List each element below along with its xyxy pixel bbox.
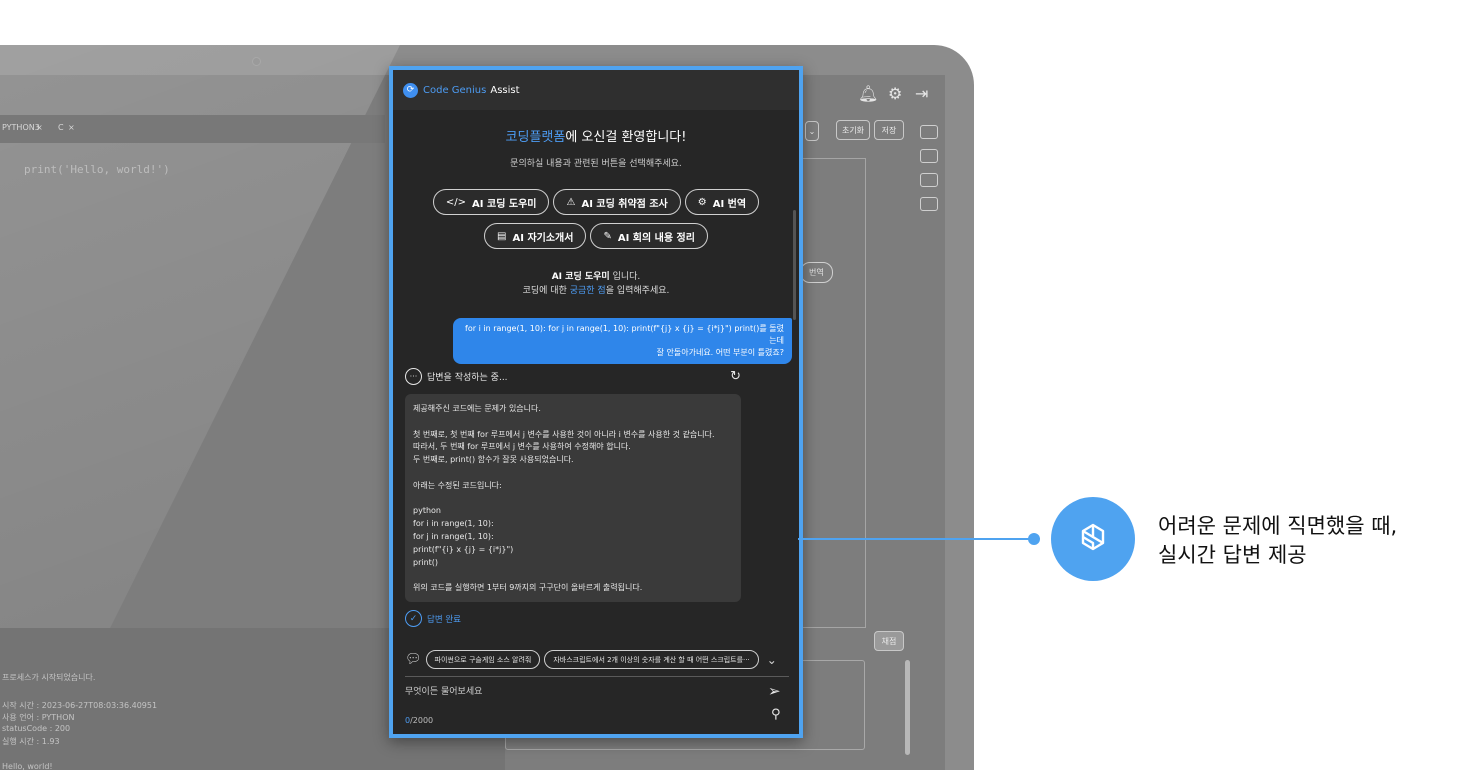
grade-button[interactable]: 채점 — [874, 631, 904, 651]
mode-prompt-pre: 코딩에 대한 — [522, 286, 570, 296]
quick-buttons-row-1: </> AI 코딩 도우미 ⚠ AI 코딩 취약점 조사 ⚙ AI 번역 — [393, 189, 799, 215]
button-label: AI 번역 — [712, 198, 747, 210]
refresh-icon[interactable]: ↻ — [730, 369, 741, 384]
answer-status-row: ··· 답변을 작성하는 중... ↻ — [405, 368, 741, 385]
console-line: statusCode : 200 — [2, 724, 71, 733]
bell-icon[interactable]: 🔔︎ — [858, 84, 878, 103]
suggestion-row: 💬︎ 파이썬으로 구슬게임 소스 알려줘 자바스크립트에서 2개 이상의 숫자를… — [405, 650, 795, 669]
ai-cover-letter-button[interactable]: ▤ AI 자기소개서 — [484, 223, 587, 249]
assistant-panel: ⟳ Code Genius Assist 코딩플랫폼에 오신걸 환영합니다! 문… — [389, 66, 803, 738]
brand-name: Code Genius — [423, 84, 487, 96]
ai-coding-helper-button[interactable]: </> AI 코딩 도우미 — [432, 189, 550, 215]
chat-bubble-icon: 💬︎ — [405, 652, 422, 667]
network-icon[interactable] — [920, 173, 938, 187]
divider — [405, 676, 789, 677]
user-message-line: for i in range(1, 10): for j in range(1,… — [465, 324, 784, 345]
done-label: 답변 완료 — [427, 614, 461, 625]
code-editor-line: print('Hello, world!') — [24, 163, 170, 176]
welcome-rest: 에 오신걸 환영합니다! — [565, 130, 687, 145]
send-icon[interactable]: ➢ — [768, 682, 781, 700]
pin-icon[interactable]: ⚲ — [771, 707, 781, 722]
status-text: 답변을 작성하는 중... — [427, 373, 508, 383]
ai-vulnerability-button[interactable]: ⚠ AI 코딩 취약점 조사 — [553, 189, 681, 215]
button-label: AI 코딩 취약점 조사 — [581, 198, 668, 210]
link-gear-icon: ⚙ — [697, 196, 707, 208]
right-sidebar — [918, 125, 940, 221]
suggestion-pill[interactable]: 자바스크립트에서 2개 이상의 숫자를 계산 할 때 어떤 스크립트를··· — [544, 650, 759, 669]
chevron-down-icon[interactable]: ⌄ — [767, 653, 777, 667]
tab-c[interactable]: C — [58, 123, 64, 132]
check-circle-icon: ✓ — [405, 610, 422, 627]
tab-python3[interactable]: PYTHON3 — [2, 123, 40, 132]
mode-prompt-post: 을 입력해주세요. — [605, 286, 670, 296]
brand-suffix: Assist — [490, 84, 520, 96]
tab-close-icon[interactable]: × — [36, 123, 43, 132]
callout-connector — [798, 538, 1034, 540]
link-icon[interactable] — [920, 197, 938, 211]
assistant-answer: 제공해주신 코드에는 문제가 있습니다. 첫 번째로, 첫 번째 for 루프에… — [405, 394, 741, 602]
callout-text: 어려운 문제에 직면했을 때, 실시간 답변 제공 — [1158, 512, 1397, 570]
mode-info: AI 코딩 도우미 입니다. 코딩에 대한 궁금한 점을 입력해주세요. — [393, 270, 799, 298]
console-line: 프로세스가 시작되었습니다. — [2, 673, 96, 682]
char-counter: 0/2000 — [405, 716, 433, 725]
tab-close-icon[interactable]: × — [68, 123, 75, 132]
counter-max: /2000 — [410, 716, 434, 725]
list-icon[interactable] — [920, 125, 938, 139]
save-button[interactable]: 저장 — [874, 120, 904, 140]
scrollbar[interactable] — [905, 660, 910, 755]
image-icon[interactable] — [920, 149, 938, 163]
translate-pill[interactable]: 번역 — [800, 262, 833, 283]
reset-button[interactable]: 초기화 — [836, 120, 870, 140]
console-line: 사용 언어 : PYTHON — [2, 713, 75, 722]
user-message-line: 잘 안돌아가네요. 어떤 부분이 틀렸죠? — [656, 348, 784, 357]
marketing-graphic: PYTHON3 × C × print('Hello, world!') 🔔︎ … — [0, 0, 1483, 770]
console-line: 실행 시간 : 1.93 — [2, 737, 60, 746]
callout-line-2: 실시간 답변 제공 — [1158, 543, 1307, 567]
answer-done-row: ✓ 답변 완료 — [405, 610, 461, 627]
warning-icon: ⚠ — [566, 196, 576, 208]
callout-badge — [1051, 497, 1135, 581]
typing-dots-icon: ··· — [405, 368, 422, 385]
console-line: Hello, world! — [2, 762, 53, 770]
assistant-header: ⟳ Code Genius Assist — [393, 70, 799, 110]
callout-line-1: 어려운 문제에 직면했을 때, — [1158, 514, 1398, 538]
ai-meeting-summary-button[interactable]: ✎ AI 회의 내용 정리 — [590, 223, 708, 249]
mode-suffix: 입니다. — [609, 272, 641, 282]
webcam-icon — [252, 57, 261, 66]
button-label: AI 회의 내용 정리 — [617, 232, 695, 244]
button-label: AI 코딩 도우미 — [472, 198, 537, 210]
dropdown-chevron-icon[interactable]: ⌄ — [805, 121, 819, 141]
button-label: AI 자기소개서 — [512, 232, 574, 244]
code-icon: </> — [445, 196, 467, 208]
callout-dot — [1028, 533, 1040, 545]
note-edit-icon: ✎ — [603, 230, 612, 242]
user-message-bubble: for i in range(1, 10): for j in range(1,… — [453, 318, 792, 364]
welcome-subtitle: 문의하실 내용과 관련된 버튼을 선택해주세요. — [510, 159, 682, 169]
suggestion-pill[interactable]: 파이썬으로 구슬게임 소스 알려줘 — [425, 650, 541, 669]
code-genius-logo-icon: ⟳ — [403, 82, 418, 98]
logout-icon[interactable]: ⇥ — [915, 84, 928, 103]
chat-input[interactable] — [405, 682, 735, 702]
welcome-title: 코딩플랫폼에 오신걸 환영합니다! — [393, 126, 799, 145]
openai-icon — [1081, 523, 1105, 551]
document-icon: ▤ — [497, 230, 507, 242]
editor-tabs: PYTHON3 × C × — [0, 115, 385, 143]
ai-translate-button[interactable]: ⚙ AI 번역 — [684, 189, 760, 215]
console-line: 시작 시간 : 2023-06-27T08:03:36.40951 — [2, 701, 158, 710]
welcome-highlight: 코딩플랫폼 — [505, 130, 566, 145]
mode-prompt-highlight: 궁금한 점 — [569, 286, 606, 296]
quick-buttons-row-2: ▤ AI 자기소개서 ✎ AI 회의 내용 정리 — [393, 223, 799, 249]
gear-icon[interactable]: ⚙ — [888, 84, 902, 103]
mode-name: AI 코딩 도우미 — [551, 272, 610, 282]
